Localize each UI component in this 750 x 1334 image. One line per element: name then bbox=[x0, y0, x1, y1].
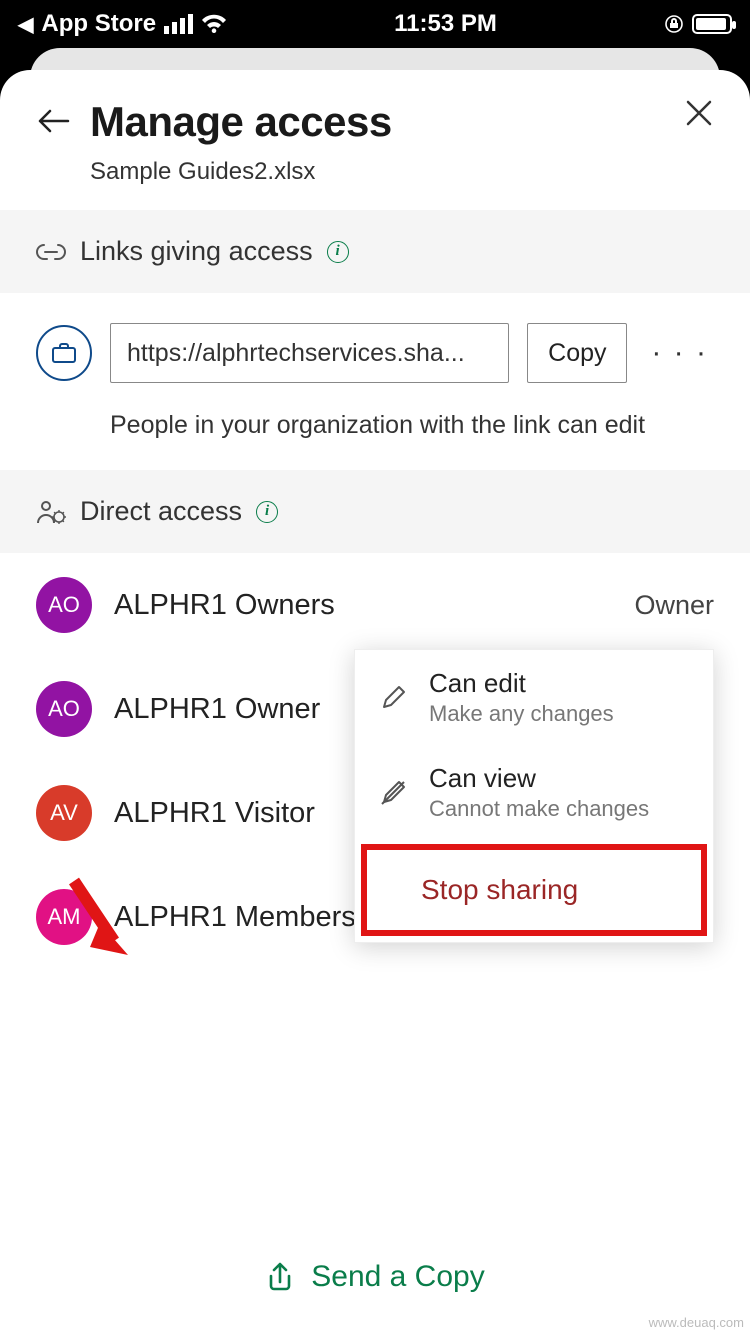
member-role: Owner bbox=[634, 590, 714, 621]
info-icon[interactable]: i bbox=[327, 241, 349, 263]
option-title: Can view bbox=[429, 763, 649, 794]
info-icon[interactable]: i bbox=[256, 501, 278, 523]
share-link-field[interactable]: https://alphrtechservices.sha... bbox=[110, 323, 509, 383]
link-icon bbox=[36, 241, 66, 263]
annotation-arrow bbox=[66, 873, 136, 963]
share-icon bbox=[265, 1260, 295, 1294]
avatar: AO bbox=[36, 681, 92, 737]
wifi-icon bbox=[201, 14, 227, 34]
members-list: AO ALPHR1 Owners Owner AO ALPHR1 Owner A… bbox=[0, 553, 750, 1234]
copy-link-button[interactable]: Copy bbox=[527, 323, 627, 383]
link-more-button[interactable]: · · · bbox=[645, 336, 714, 370]
permission-option-view[interactable]: Can view Cannot make changes bbox=[355, 745, 713, 840]
send-copy-label: Send a Copy bbox=[311, 1260, 484, 1294]
direct-access-section-header: Direct access i bbox=[0, 470, 750, 553]
cell-signal-icon bbox=[164, 14, 193, 34]
option-subtitle: Cannot make changes bbox=[429, 796, 649, 822]
back-button[interactable] bbox=[36, 98, 90, 138]
pencil-slash-icon bbox=[375, 779, 411, 807]
close-button[interactable] bbox=[684, 98, 714, 128]
permission-option-edit[interactable]: Can edit Make any changes bbox=[355, 650, 713, 745]
file-name: Sample Guides2.xlsx bbox=[90, 158, 666, 186]
option-subtitle: Make any changes bbox=[429, 701, 614, 727]
battery-icon bbox=[692, 14, 732, 34]
manage-access-sheet: Manage access Sample Guides2.xlsx Links … bbox=[0, 70, 750, 1334]
permission-popup: Can edit Make any changes Can view Canno… bbox=[354, 649, 714, 943]
share-link-block: https://alphrtechservices.sha... Copy · … bbox=[0, 293, 750, 470]
member-row[interactable]: AO ALPHR1 Owners Owner bbox=[0, 553, 750, 657]
option-title: Can edit bbox=[429, 668, 614, 699]
stop-sharing-option[interactable]: Stop sharing bbox=[361, 844, 707, 936]
links-section-label: Links giving access bbox=[80, 236, 313, 267]
page-title: Manage access bbox=[90, 98, 666, 146]
pencil-icon bbox=[375, 684, 411, 712]
links-section-header: Links giving access i bbox=[0, 210, 750, 293]
org-link-icon[interactable] bbox=[36, 325, 92, 381]
status-time: 11:53 PM bbox=[394, 10, 497, 38]
people-settings-icon bbox=[36, 499, 66, 525]
status-bar: ◀ App Store 11:53 PM bbox=[0, 0, 750, 48]
member-name: ALPHR1 Owners bbox=[114, 589, 612, 622]
back-app-label[interactable]: App Store bbox=[41, 10, 156, 38]
orientation-lock-icon bbox=[664, 14, 684, 34]
watermark: www.deuaq.com bbox=[649, 1315, 744, 1330]
avatar: AO bbox=[36, 577, 92, 633]
avatar: AV bbox=[36, 785, 92, 841]
direct-access-label: Direct access bbox=[80, 496, 242, 527]
back-to-app-icon[interactable]: ◀ bbox=[18, 12, 33, 37]
link-description: People in your organization with the lin… bbox=[110, 411, 714, 440]
send-copy-button[interactable]: Send a Copy bbox=[0, 1234, 750, 1334]
sheet-header: Manage access Sample Guides2.xlsx bbox=[0, 70, 750, 210]
